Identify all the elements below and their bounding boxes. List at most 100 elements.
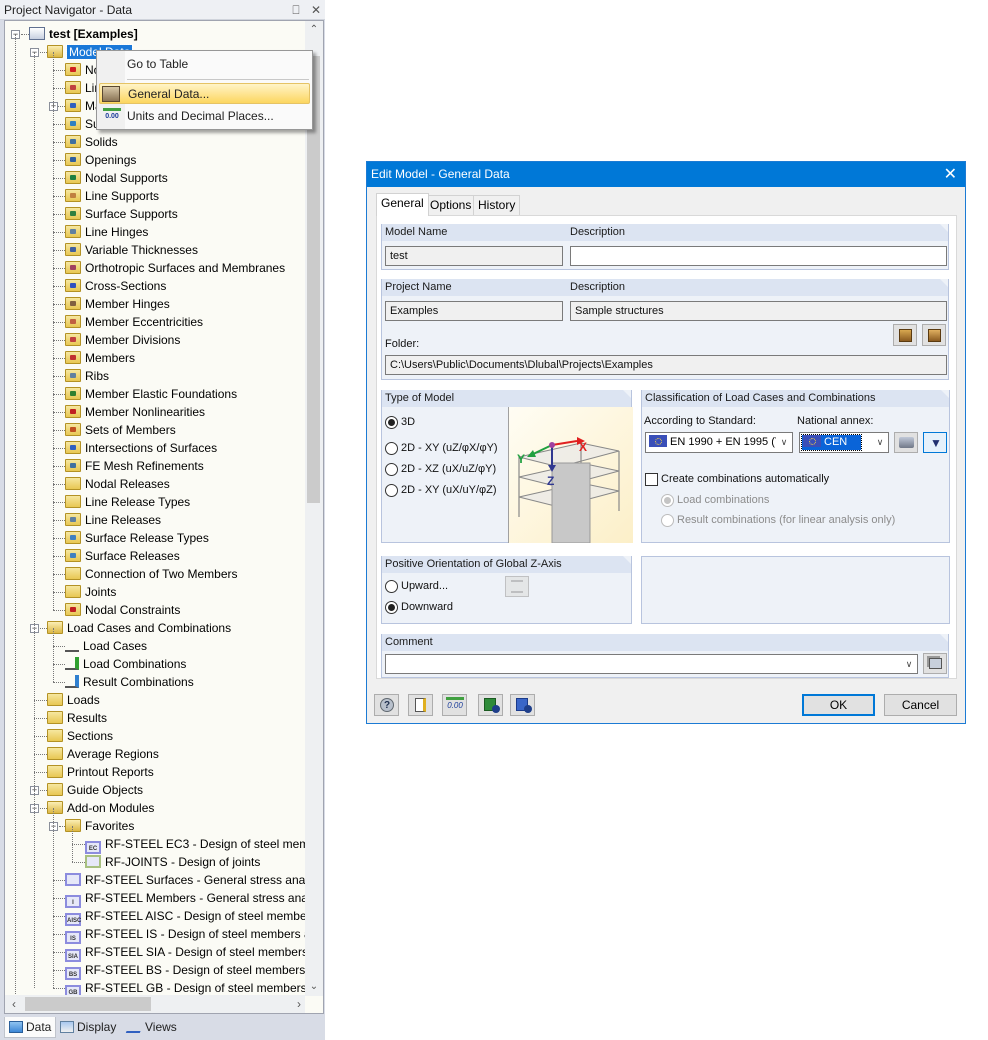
tree-item-model-child[interactable]: Member Nonlinearities <box>65 403 205 421</box>
tree-item-model-child[interactable]: Variable Thicknesses <box>65 241 198 259</box>
tree-item-top-level[interactable]: Average Regions <box>47 745 159 763</box>
close-icon[interactable]: ✕ <box>944 162 957 187</box>
create-combinations-checkbox[interactable] <box>645 473 658 486</box>
tree-item-load-case-child[interactable]: Load Combinations <box>65 655 186 673</box>
filter-button[interactable]: ▼ <box>923 432 947 453</box>
tree-item-module[interactable]: IS RF-STEEL IS - Design of steel members … <box>65 925 305 944</box>
tree-item-model-child[interactable]: Surface Supports <box>65 205 178 223</box>
tree-item-top-level[interactable]: Loads <box>47 691 100 709</box>
ok-button[interactable]: OK <box>802 694 875 716</box>
tree-root[interactable]: test [Examples] <box>29 25 138 43</box>
tree-item-model-child[interactable]: Sets of Members <box>65 421 176 439</box>
nav-tab-display[interactable]: Display <box>56 1017 120 1038</box>
tree-item-favorite-module[interactable]: ECRF-STEEL EC3 - Design of steel members… <box>85 835 305 854</box>
tree-item-model-child[interactable]: Surface Release Types <box>65 529 209 547</box>
tree-item-model-child[interactable]: Openings <box>65 151 136 169</box>
tree-item-model-child[interactable]: Surface Releases <box>65 547 180 565</box>
tree-item-load-cases-group[interactable]: Load Cases and Combinations <box>47 619 231 637</box>
tree-item-addon-modules[interactable]: Add-on Modules <box>47 799 154 817</box>
tree-item-module[interactable]: IRF-STEEL Members - General stress analy… <box>65 889 305 908</box>
nav-tab-data[interactable]: Data <box>4 1017 57 1038</box>
tab-options[interactable]: Options <box>425 195 477 215</box>
export-word-button[interactable] <box>510 694 535 716</box>
tree-item-model-child[interactable]: Member Hinges <box>65 295 170 313</box>
tree-item-model-child[interactable]: Member Eccentricities <box>65 313 203 331</box>
tree-item-model-child[interactable]: Member Elastic Foundations <box>65 385 237 403</box>
tree-item-top-level[interactable]: Printout Reports <box>47 763 154 781</box>
new-project-button[interactable] <box>893 324 917 346</box>
tree-item-model-child[interactable]: Connection of Two Members <box>65 565 238 583</box>
tab-history[interactable]: History <box>473 195 521 215</box>
export-excel-button[interactable] <box>478 694 503 716</box>
national-annex-select[interactable]: CEN ∨ <box>799 432 889 453</box>
menu-item-general-data[interactable]: General Data... <box>99 83 310 104</box>
project-description-field[interactable]: Sample structures <box>570 301 947 321</box>
tree-item-model-child[interactable]: Cross-Sections <box>65 277 166 295</box>
radio-2d-xz[interactable] <box>385 463 398 476</box>
radio-2d-xy-plate[interactable] <box>385 442 398 455</box>
vertical-scrollbar[interactable]: ⌃ ⌄ <box>305 21 323 996</box>
tree-item-model-child[interactable]: Intersections of Surfaces <box>65 439 217 457</box>
cancel-button[interactable]: Cancel <box>884 694 957 716</box>
project-name-field[interactable]: Examples <box>385 301 563 321</box>
nav-tab-views[interactable]: Views <box>124 1017 181 1038</box>
tree-item-model-child[interactable]: Orthotropic Surfaces and Membranes <box>65 259 285 277</box>
tree-item-model-child[interactable]: Line Release Types <box>65 493 190 511</box>
edit-notes-button[interactable] <box>408 694 433 716</box>
tree-connector <box>53 88 65 89</box>
standard-select[interactable]: EN 1990 + EN 1995 (T ∨ <box>645 432 793 453</box>
scroll-up-arrow[interactable]: ⌃ <box>305 21 323 39</box>
model-description-field[interactable] <box>570 246 947 266</box>
tree-item-model-child[interactable]: Members <box>65 349 135 367</box>
tree-item-top-level[interactable]: Sections <box>47 727 113 745</box>
tree-item-module[interactable]: GB RF-STEEL GB - Design of steel members … <box>65 979 305 996</box>
tree-item-model-child[interactable]: Solids <box>65 133 118 151</box>
units-button[interactable]: 0.00 <box>442 694 467 716</box>
scroll-left-arrow[interactable]: ‹ <box>5 995 23 1013</box>
orientation-details-button[interactable] <box>505 576 529 597</box>
pin-icon[interactable]: ⎕ <box>292 3 299 17</box>
tree-item-favorites[interactable]: Favorites <box>65 817 134 835</box>
tree-item-model-child[interactable]: Joints <box>65 583 116 601</box>
horizontal-scroll-thumb[interactable] <box>25 997 151 1011</box>
tree-item-model-child[interactable]: Ribs <box>65 367 109 385</box>
radio-downward[interactable] <box>385 601 398 614</box>
scroll-down-arrow[interactable]: ⌄ <box>305 978 323 996</box>
menu-item-units-decimal[interactable]: 0.00 Units and Decimal Places... <box>99 106 310 127</box>
tree-item-load-case-child[interactable]: Result Combinations <box>65 673 194 691</box>
tree-item-model-child[interactable]: Nodal Supports <box>65 169 168 187</box>
menu-item-go-to-table[interactable]: Go to Table <box>99 54 310 75</box>
help-button[interactable]: ? <box>374 694 399 716</box>
tree-item-load-case-child[interactable]: Load Cases <box>65 637 147 655</box>
tree-item-model-child[interactable]: Nodal Releases <box>65 475 170 493</box>
tree-item-module[interactable]: SIA RF-STEEL SIA - Design of steel member… <box>65 943 305 962</box>
comment-input[interactable]: ∨ <box>385 654 918 674</box>
radio-result-combinations[interactable] <box>661 514 674 527</box>
tree-item-module[interactable]: AISC RF-STEEL AISC - Design of steel memb… <box>65 907 305 926</box>
close-icon[interactable]: ✕ <box>311 3 321 17</box>
open-project-button[interactable] <box>922 324 946 346</box>
radio-3d[interactable] <box>385 416 398 429</box>
tree-item-module[interactable]: RF-STEEL Surfaces - General stress analy… <box>65 871 305 889</box>
scroll-right-arrow[interactable]: › <box>290 995 308 1013</box>
tree-item-top-level[interactable]: Guide Objects <box>47 781 143 799</box>
tree-item-top-level[interactable]: Results <box>47 709 107 727</box>
radio-2d-xy-plane[interactable] <box>385 484 398 497</box>
horizontal-scrollbar[interactable]: ‹ › <box>5 995 305 1013</box>
model-name-field[interactable]: test <box>385 246 563 266</box>
tree-item-model-child[interactable]: Line Releases <box>65 511 161 529</box>
comment-library-button[interactable] <box>923 653 947 674</box>
radio-load-combinations[interactable] <box>661 494 674 507</box>
tab-general[interactable]: General <box>376 193 429 216</box>
tree-item-module[interactable]: BS RF-STEEL BS - Design of steel members … <box>65 961 305 980</box>
tree-item-model-child[interactable]: Line Supports <box>65 187 159 205</box>
tree-item-model-child[interactable]: FE Mesh Refinements <box>65 457 204 475</box>
folder-path-field[interactable]: C:\Users\Public\Documents\Dlubal\Project… <box>385 355 947 375</box>
tree-item-favorite-module[interactable]: RF-JOINTS - Design of joints <box>85 853 260 871</box>
annex-settings-button[interactable] <box>894 432 918 453</box>
radio-upward[interactable] <box>385 580 398 593</box>
tree-item-model-child[interactable]: Line Hinges <box>65 223 148 241</box>
tree-item-model-child[interactable]: Member Divisions <box>65 331 180 349</box>
tree-item-model-child[interactable]: Nodal Constraints <box>65 601 180 619</box>
tree-connector <box>53 646 65 647</box>
